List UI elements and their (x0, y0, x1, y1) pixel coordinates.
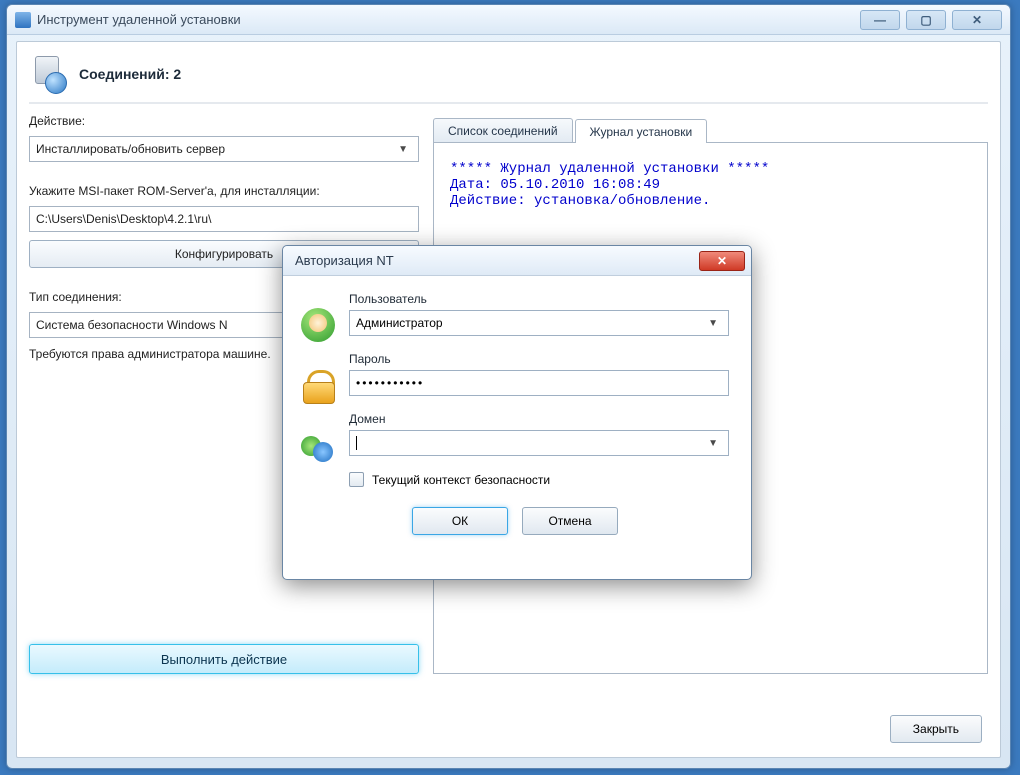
window-title: Инструмент удаленной установки (37, 12, 241, 27)
page-header: Соединений: 2 (29, 52, 988, 104)
tab-bar: Список соединений Журнал установки (433, 114, 988, 142)
connections-count: Соединений: 2 (79, 66, 181, 82)
cancel-button[interactable]: Отмена (522, 507, 618, 535)
user-combo[interactable]: Администратор ▼ (349, 310, 729, 336)
minimize-button[interactable]: — (860, 10, 900, 30)
msi-path-input[interactable]: C:\Users\Denis\Desktop\4.2.1\ru\ (29, 206, 419, 232)
domain-combo[interactable]: ▼ (349, 430, 729, 456)
execute-action-button[interactable]: Выполнить действие (29, 644, 419, 674)
user-value: Администратор (356, 316, 443, 330)
lock-icon (301, 368, 335, 402)
action-combo[interactable]: Инсталлировать/обновить сервер ▼ (29, 136, 419, 162)
dialog-close-button[interactable]: ✕ (699, 251, 745, 271)
text-cursor (356, 436, 357, 450)
install-icon (31, 56, 71, 92)
maximize-button[interactable]: ▢ (906, 10, 946, 30)
chevron-down-icon: ▼ (394, 144, 412, 155)
ok-button[interactable]: ОК (412, 507, 508, 535)
user-label: Пользователь (349, 292, 729, 306)
nt-auth-dialog: Авторизация NT ✕ Пользователь Администра… (282, 245, 752, 580)
current-context-label: Текущий контекст безопасности (372, 473, 550, 487)
close-button[interactable]: Закрыть (890, 715, 982, 743)
title-bar[interactable]: Инструмент удаленной установки — ▢ ✕ (7, 5, 1010, 35)
group-icon (301, 428, 335, 462)
chevron-down-icon: ▼ (704, 318, 722, 329)
current-context-checkbox[interactable] (349, 472, 364, 487)
domain-label: Домен (349, 412, 729, 426)
chevron-down-icon: ▼ (704, 438, 722, 449)
password-input[interactable]: ••••••••••• (349, 370, 729, 396)
action-combo-value: Инсталлировать/обновить сервер (36, 142, 225, 156)
window-close-button[interactable]: ✕ (952, 10, 1002, 30)
conn-type-value: Система безопасности Windows N (36, 318, 228, 332)
dialog-title-bar[interactable]: Авторизация NT ✕ (283, 246, 751, 276)
user-icon (301, 308, 335, 342)
app-icon (15, 12, 31, 28)
tab-install-log[interactable]: Журнал установки (575, 119, 708, 143)
dialog-title: Авторизация NT (295, 253, 394, 268)
msi-label: Укажите MSI-пакет ROM-Server'а, для инст… (29, 184, 419, 198)
action-label: Действие: (29, 114, 419, 128)
password-label: Пароль (349, 352, 729, 366)
tab-connection-list[interactable]: Список соединений (433, 118, 573, 142)
